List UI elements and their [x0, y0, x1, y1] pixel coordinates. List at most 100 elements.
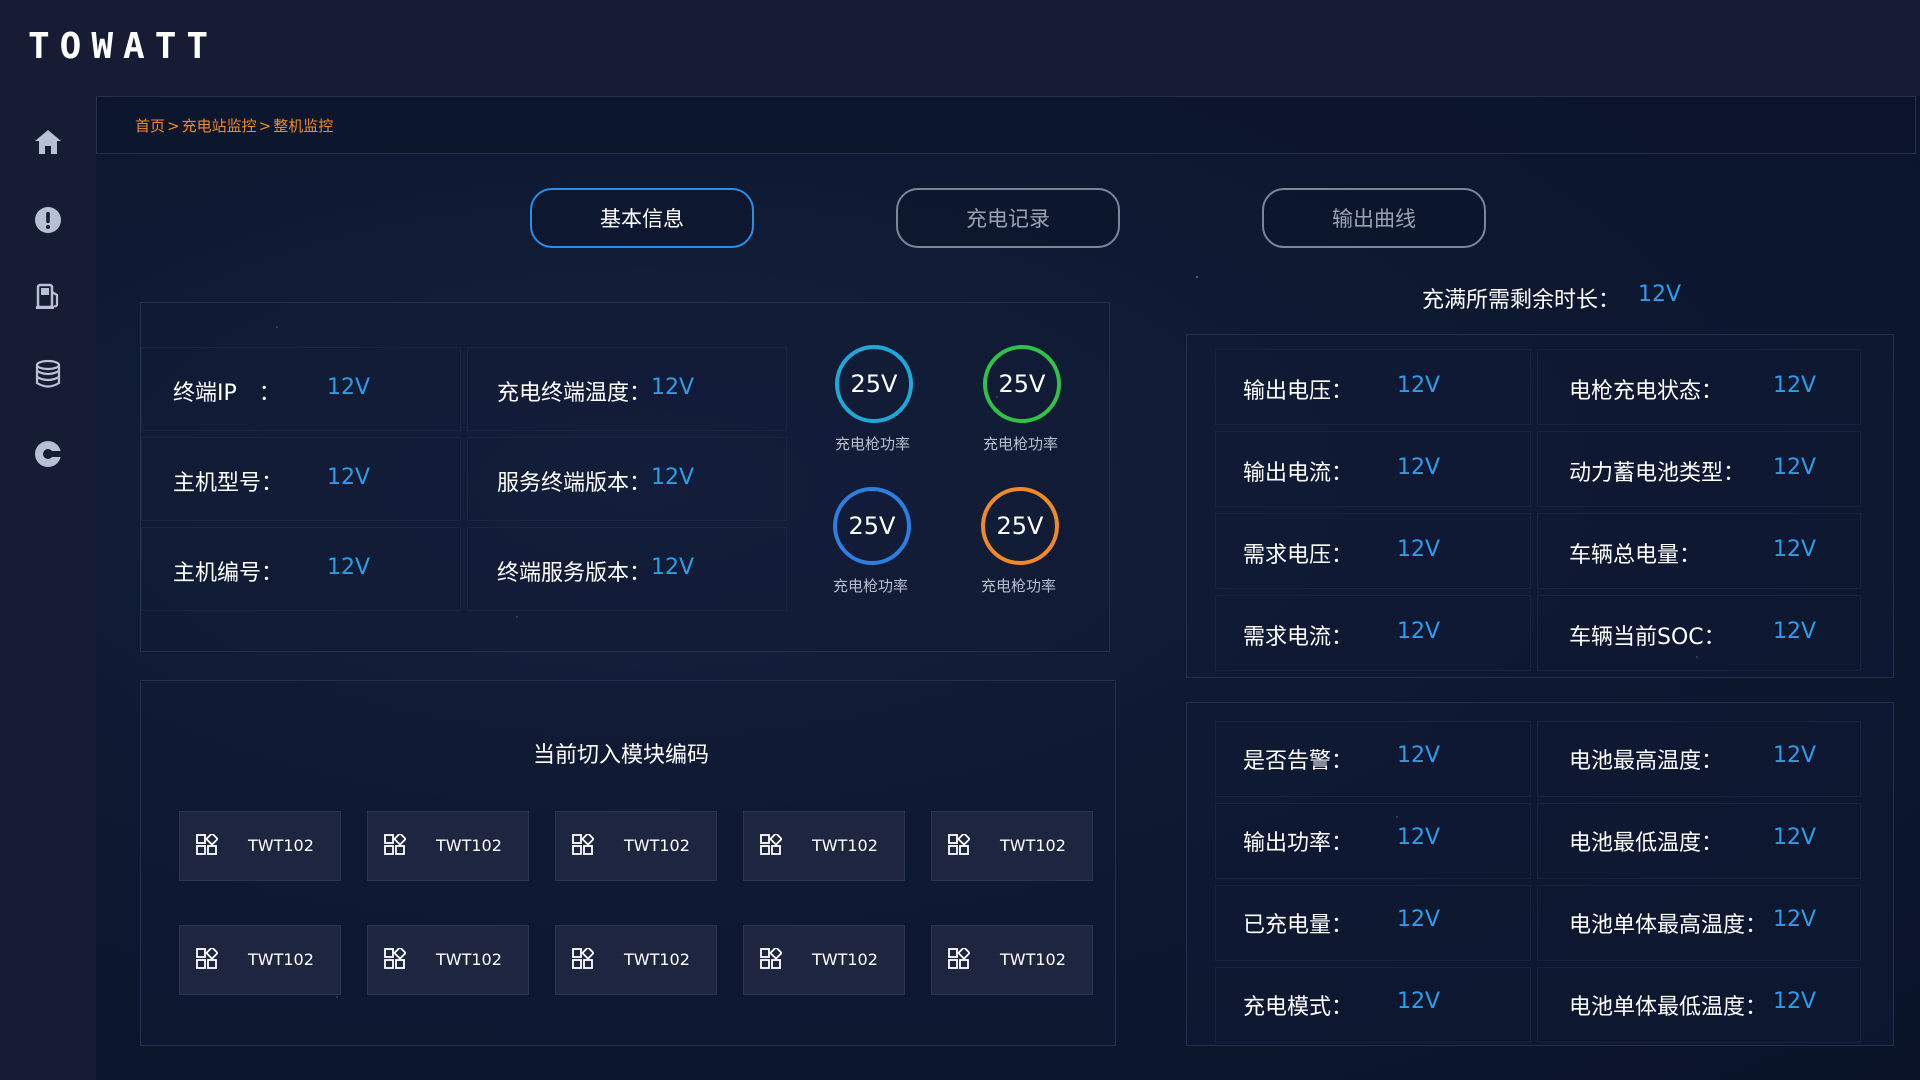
- database-icon: [35, 359, 61, 388]
- module-card[interactable]: TWT102: [179, 925, 341, 995]
- sidebar-item-alerts[interactable]: [28, 200, 68, 240]
- breadcrumb-separator: >: [167, 117, 180, 135]
- basic-info-panel: 终端IP ： 12V 主机型号： 12V 主机编号： 12V 充电终端温度： 1…: [140, 302, 1110, 652]
- grid-icon: [384, 834, 406, 855]
- breadcrumb: 首页 > 充电站监控 > 整机监控: [135, 115, 333, 136]
- alarm-value: 12V: [1397, 743, 1441, 768]
- gun-power-gauge: 25V: [835, 345, 913, 423]
- module-code: TWT102: [1000, 836, 1066, 855]
- max-temp-value: 12V: [1773, 743, 1817, 768]
- vehicle-soc-label: 车辆当前SOC：: [1569, 625, 1726, 650]
- module-card[interactable]: TWT102: [367, 811, 529, 881]
- modules-panel: 当前切入模块编码 TWT102 TWT102 TWT102 TWT102 TWT…: [140, 680, 1116, 1046]
- charge-status-panel: 输出电压： 12V 输出电流： 12V 需求电压： 12V 需求电流： 12V …: [1186, 334, 1894, 678]
- sidebar-item-database[interactable]: [28, 354, 68, 394]
- demand-current-label: 需求电流：: [1243, 625, 1354, 650]
- main-content: 首页 > 充电站监控 > 整机监控 基本信息 充电记录 输出曲线 终端IP ： 12V …: [96, 96, 1920, 1080]
- module-card[interactable]: TWT102: [555, 925, 717, 995]
- gun-power-label: 充电枪功率: [983, 435, 1059, 453]
- module-code: TWT102: [436, 950, 502, 969]
- grid-icon: [196, 948, 218, 969]
- breadcrumb-station[interactable]: 充电站监控: [182, 117, 257, 135]
- vehicle-soc-value: 12V: [1773, 619, 1817, 644]
- modules-title: 当前切入模块编码: [533, 743, 710, 768]
- terminal-temp-label: 充电终端温度：: [497, 381, 652, 406]
- demand-voltage-value: 12V: [1397, 537, 1441, 562]
- output-current-label: 输出电流：: [1243, 461, 1354, 486]
- battery-type-value: 12V: [1773, 455, 1817, 480]
- vehicle-capacity-value: 12V: [1773, 537, 1817, 562]
- tab-output-curve[interactable]: 输出曲线: [1262, 188, 1486, 248]
- cell-max-temp-value: 12V: [1773, 907, 1817, 932]
- grid-icon: [760, 834, 782, 855]
- battery-status-panel: 是否告警： 12V 输出功率： 12V 已充电量： 12V 充电模式： 12V …: [1186, 702, 1894, 1046]
- charge-mode-label: 充电模式：: [1243, 995, 1354, 1020]
- cell-min-temp-label: 电池单体最低温度：: [1569, 995, 1768, 1020]
- grid-icon: [572, 834, 594, 855]
- breadcrumb-home[interactable]: 首页: [135, 117, 165, 135]
- host-number-value: 12V: [327, 555, 371, 580]
- host-model-value: 12V: [327, 465, 371, 490]
- gun-status-value: 12V: [1773, 373, 1817, 398]
- module-code: TWT102: [812, 836, 878, 855]
- gun-power-gauge: 25V: [981, 487, 1059, 565]
- settings-icon: [35, 441, 61, 467]
- cell-min-temp-value: 12V: [1773, 989, 1817, 1014]
- terminal-ip-label: 终端IP ：: [173, 381, 281, 406]
- host-model-label: 主机型号：: [173, 471, 284, 496]
- grid-icon: [196, 834, 218, 855]
- service-version-label: 服务终端版本：: [497, 471, 652, 496]
- grid-icon: [948, 948, 970, 969]
- module-code: TWT102: [624, 836, 690, 855]
- home-icon: [35, 130, 61, 154]
- min-temp-value: 12V: [1773, 825, 1817, 850]
- min-temp-label: 电池最低温度：: [1569, 831, 1724, 856]
- gun-status-label: 电枪充电状态：: [1569, 379, 1724, 404]
- app-logo: TOWATT: [28, 26, 219, 67]
- demand-current-value: 12V: [1397, 619, 1441, 644]
- module-code: TWT102: [1000, 950, 1066, 969]
- module-card[interactable]: TWT102: [179, 811, 341, 881]
- output-power-value: 12V: [1397, 825, 1441, 850]
- output-voltage-label: 输出电压：: [1243, 379, 1354, 404]
- cell-max-temp-label: 电池单体最高温度：: [1569, 913, 1768, 938]
- charged-label: 已充电量：: [1243, 913, 1354, 938]
- remaining-time-label: 充满所需剩余时长：: [1422, 288, 1621, 313]
- sidebar-item-settings[interactable]: [28, 434, 68, 474]
- alarm-label: 是否告警：: [1243, 749, 1354, 774]
- service-version-value: 12V: [651, 465, 695, 490]
- module-code: TWT102: [812, 950, 878, 969]
- charge-mode-value: 12V: [1397, 989, 1441, 1014]
- module-card[interactable]: TWT102: [931, 925, 1093, 995]
- gun-power-label: 充电枪功率: [833, 577, 909, 595]
- grid-icon: [948, 834, 970, 855]
- gun-power-gauge: 25V: [983, 345, 1061, 423]
- grid-icon: [384, 948, 406, 969]
- tab-charge-records[interactable]: 充电记录: [896, 188, 1120, 248]
- module-card[interactable]: TWT102: [931, 811, 1093, 881]
- module-card[interactable]: TWT102: [367, 925, 529, 995]
- sidebar-item-home[interactable]: [28, 122, 68, 162]
- sidebar-item-charging[interactable]: [28, 276, 68, 316]
- sidebar: [0, 96, 96, 1080]
- module-card[interactable]: TWT102: [743, 811, 905, 881]
- max-temp-label: 电池最高温度：: [1569, 749, 1724, 774]
- demand-voltage-label: 需求电压：: [1243, 543, 1354, 568]
- terminal-ip-value: 12V: [327, 375, 371, 400]
- module-card[interactable]: TWT102: [743, 925, 905, 995]
- output-voltage-value: 12V: [1397, 373, 1441, 398]
- charged-value: 12V: [1397, 907, 1441, 932]
- gun-power-label: 充电枪功率: [835, 435, 911, 453]
- grid-icon: [572, 948, 594, 969]
- breadcrumb-separator: >: [258, 117, 272, 135]
- module-card[interactable]: TWT102: [555, 811, 717, 881]
- terminal-temp-value: 12V: [651, 375, 695, 400]
- module-code: TWT102: [248, 950, 314, 969]
- module-code: TWT102: [248, 836, 314, 855]
- tab-basic-info[interactable]: 基本信息: [530, 188, 754, 248]
- remaining-time-value: 12V: [1638, 282, 1682, 307]
- host-number-label: 主机编号：: [173, 561, 284, 586]
- gun-power-label: 充电枪功率: [981, 577, 1057, 595]
- output-power-label: 输出功率：: [1243, 831, 1354, 856]
- top-bar: TOWATT: [0, 0, 1920, 96]
